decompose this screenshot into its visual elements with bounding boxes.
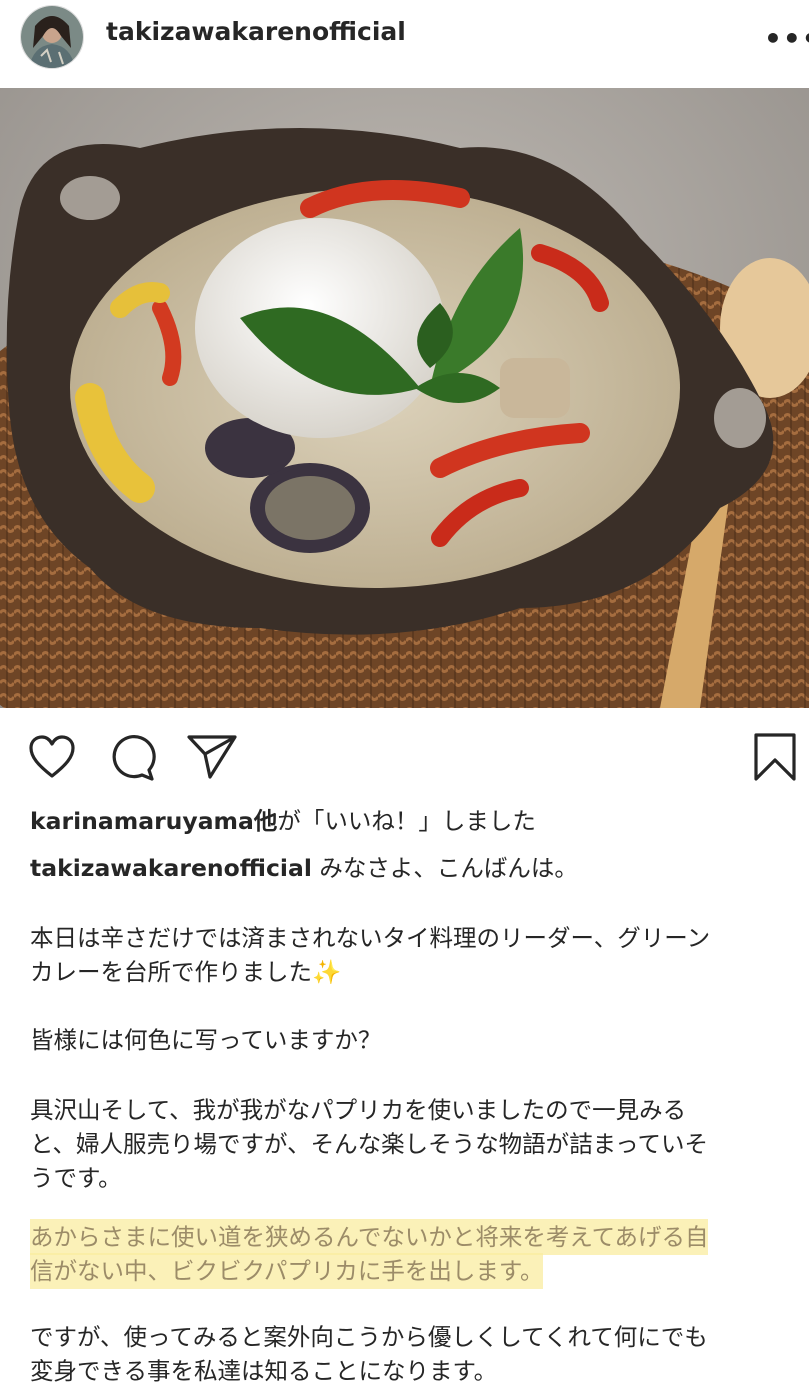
likes-line: karinamaruyama他が「いいね！」しました — [30, 804, 790, 838]
caption-paragraph-3: 具沢山そして、我が我がなパプリカを使いましたので一見みる と、婦人服売り場ですが… — [30, 1093, 790, 1195]
caption-line: 具沢山そして、我が我がなパプリカを使いましたので一見みる — [30, 1096, 687, 1124]
post-username[interactable]: takizawakarenofficial — [106, 17, 406, 46]
caption-line: 本日は辛さだけでは済まされないタイ料理のリーダー、グリーン — [30, 924, 711, 952]
caption-author[interactable]: takizawakarenofficial — [30, 854, 312, 882]
likes-suffix: が「いいね！」しました — [277, 807, 536, 835]
sparkles-icon: ✨ — [312, 958, 342, 986]
caption-first-line: takizawakarenofficial みなさよ、こんばんは。 — [30, 851, 790, 885]
more-options-icon[interactable]: ••• — [764, 22, 809, 55]
likes-others[interactable]: 他 — [254, 807, 278, 835]
heart-icon[interactable] — [28, 735, 76, 779]
action-bar — [0, 720, 809, 800]
caption-line: と、婦人服売り場ですが、そんな楽しそうな物語が詰まっていそ — [30, 1130, 708, 1158]
caption-paragraph-1: 本日は辛さだけでは済まされないタイ料理のリーダー、グリーン カレーを台所で作りま… — [30, 921, 790, 989]
post-header: takizawakarenofficial ••• — [0, 0, 809, 86]
caption-line: うです。 — [30, 1164, 122, 1192]
caption-paragraph-2: 皆様には何色に写っていますか？ — [30, 1023, 790, 1057]
bookmark-icon[interactable] — [753, 732, 797, 782]
highlighted-line: あからさまに使い道を狭めるんでないかと将来を考えてあげる自 — [30, 1219, 709, 1255]
highlighted-line: 信がない中、ビクビクパプリカに手を出します。 — [30, 1253, 544, 1289]
caption-paragraph-5: ですが、使ってみると案外向こうから優しくしてくれて何にでも 変身できる事を私達は… — [30, 1320, 790, 1388]
caption-paragraph-4-highlighted: あからさまに使い道を狭めるんでないかと将来を考えてあげる自 信がない中、ビクビク… — [30, 1219, 790, 1289]
caption-line: 皆様には何色に写っていますか？ — [30, 1026, 382, 1054]
caption-line: 変身できる事を私達は知ることになります。 — [30, 1357, 498, 1385]
post-photo[interactable] — [0, 88, 809, 708]
caption-line: カレーを台所で作りました — [30, 958, 312, 986]
caption-line: ですが、使ってみると案外向こうから優しくしてくれて何にでも — [30, 1323, 708, 1351]
avatar[interactable] — [20, 5, 84, 69]
send-icon[interactable] — [186, 734, 238, 780]
comment-icon[interactable] — [108, 734, 156, 782]
liker-username[interactable]: karinamaruyama — [30, 807, 254, 835]
caption-greeting: みなさよ、こんばんは。 — [319, 854, 578, 882]
